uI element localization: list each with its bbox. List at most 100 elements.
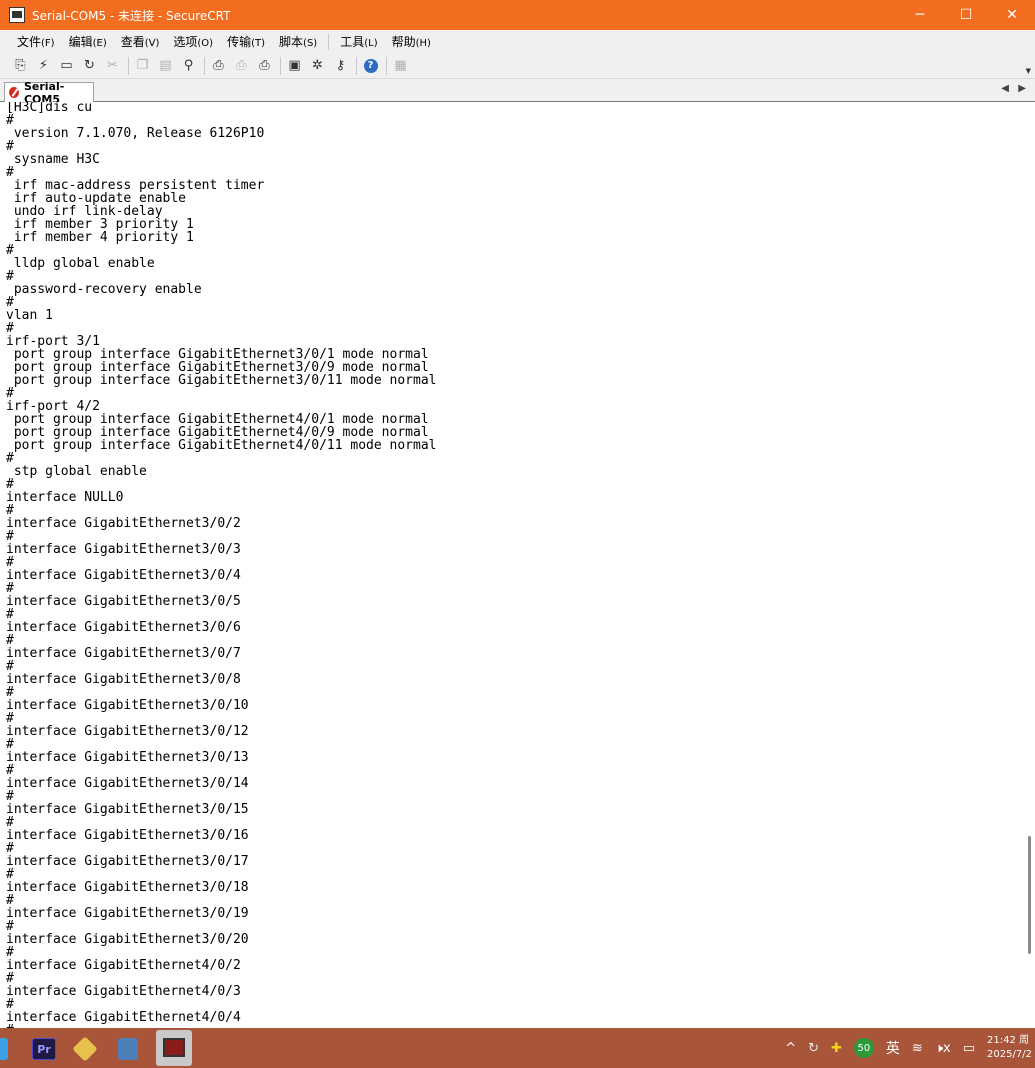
terminal-line: port group interface GigabitEthernet4/0/… <box>6 438 437 453</box>
toolbar-overflow-icon[interactable]: ▼ <box>1026 67 1031 75</box>
tray-badge: 50 <box>853 1038 874 1058</box>
toolbar-separator <box>356 56 357 75</box>
print-setup-icon[interactable]: ⎙ <box>254 56 275 76</box>
copy-icon[interactable]: ❐ <box>132 56 153 76</box>
wifi-icon[interactable]: ≋ <box>912 1041 923 1056</box>
menu-file-accel: (F) <box>41 38 55 49</box>
battery-icon[interactable]: ▭ <box>963 1041 975 1056</box>
connect-icon[interactable]: ⎘ <box>10 56 31 76</box>
maximize-button[interactable]: ☐ <box>943 0 989 30</box>
connect-tab-icon[interactable]: ▭ <box>56 56 77 76</box>
toolbar-separator <box>280 56 281 75</box>
terminal-line: stp global enable <box>6 464 147 479</box>
toolbar-separator <box>204 56 205 75</box>
terminal-line: version 7.1.070, Release 6126P10 <box>6 126 265 141</box>
disconnect-icon[interactable]: ✂ <box>102 56 123 76</box>
menu-help[interactable]: 帮助(H) <box>385 33 438 50</box>
terminal-line: interface GigabitEthernet3/0/14 <box>6 776 249 791</box>
menu-transfer-label: 传输 <box>227 35 252 49</box>
menu-view-label: 查看 <box>120 35 145 49</box>
tab-serial-com5[interactable]: Serial-COM5 <box>4 80 94 106</box>
paste-icon[interactable]: ▤ <box>155 56 176 76</box>
sync-icon[interactable]: ↻ <box>808 1041 819 1056</box>
vertical-scrollbar[interactable] <box>1023 102 1035 1028</box>
window-controls: ─ ☐ ✕ <box>897 0 1035 30</box>
clock-date: 2025/7/2 <box>987 1049 1032 1060</box>
log-icon[interactable]: ▦ <box>390 56 411 76</box>
toolbar: ⎘ ⚡ ▭ ↻ ✂ ❐ ▤ ⚲ ⎙ ⎙ ⎙ ▣ ✲ ⚷ ? ▦ ▼ <box>0 53 1035 79</box>
terminal-line: interface GigabitEthernet4/0/3 <box>6 984 241 999</box>
terminal-line: interface GigabitEthernet3/0/2 <box>6 516 241 531</box>
windows-taskbar: Pr ^ ↻ ✚ 50 英 ≋ 🕨x ▭ 21:42 周 2025/7/2 <box>0 1028 1035 1068</box>
minimize-button[interactable]: ─ <box>897 0 943 30</box>
terminal-line: interface GigabitEthernet4/0/4 <box>6 1010 241 1025</box>
menu-edit[interactable]: 编辑(E) <box>62 33 114 50</box>
terminal-line: interface GigabitEthernet3/0/4 <box>6 568 241 583</box>
securecrt-app-icon[interactable] <box>9 7 25 23</box>
menu-edit-accel: (E) <box>92 38 107 49</box>
tray-overflow-chevron-icon[interactable]: ^ <box>785 1041 796 1056</box>
terminal-line: interface GigabitEthernet3/0/3 <box>6 542 241 557</box>
quick-connect-icon[interactable]: ⚡ <box>33 56 54 76</box>
taskbar-app-icon[interactable] <box>72 1036 98 1062</box>
menu-options-label: 选项 <box>173 35 198 49</box>
menu-transfer-accel: (T) <box>251 38 266 49</box>
menu-script[interactable]: 脚本(S) <box>272 33 324 50</box>
tray-badge-item[interactable]: 50 <box>853 1038 874 1058</box>
help-glyph: ? <box>363 58 378 73</box>
terminal-output[interactable]: [H3C]dis cu # version 7.1.070, Release 61… <box>0 102 1035 1028</box>
menu-file-label: 文件 <box>17 35 42 49</box>
help-icon[interactable]: ? <box>360 56 381 76</box>
terminal-line: interface GigabitEthernet3/0/15 <box>6 802 249 817</box>
tray-app-icon[interactable]: ✚ <box>831 1041 842 1056</box>
terminal-line: interface GigabitEthernet3/0/17 <box>6 854 249 869</box>
menu-edit-label: 编辑 <box>68 35 93 49</box>
menu-transfer[interactable]: 传输(T) <box>220 33 272 50</box>
terminal-line: [H3C]dis cu <box>6 102 93 115</box>
securecrt-taskbar-icon[interactable] <box>156 1030 192 1066</box>
terminal-line: # <box>6 295 14 310</box>
terminal-line: interface GigabitEthernet3/0/18 <box>6 880 249 895</box>
taskbar-app-icon[interactable] <box>0 1038 8 1060</box>
terminal-line: interface GigabitEthernet3/0/6 <box>6 620 241 635</box>
menu-view[interactable]: 查看(V) <box>114 33 167 50</box>
menu-help-label: 帮助 <box>391 35 416 49</box>
print-selection-icon[interactable]: ⎙ <box>231 56 252 76</box>
toolbar-separator <box>128 56 129 75</box>
terminal-line: irf member 4 priority 1 <box>6 230 194 245</box>
reconnect-icon[interactable]: ↻ <box>79 56 100 76</box>
print-icon[interactable]: ⎙ <box>208 56 229 76</box>
menu-script-label: 脚本 <box>279 35 304 49</box>
system-clock[interactable]: 21:42 周 2025/7/2 <box>987 1034 1035 1062</box>
close-button[interactable]: ✕ <box>989 0 1035 30</box>
menu-tools[interactable]: 工具(L) <box>333 33 384 50</box>
scrollbar-thumb[interactable] <box>1028 836 1031 954</box>
session-options-icon[interactable]: ▣ <box>284 56 305 76</box>
menu-options[interactable]: 选项(O) <box>166 33 220 50</box>
menu-options-accel: (O) <box>197 38 214 49</box>
terminal-line: port group interface GigabitEthernet3/0/… <box>6 373 437 388</box>
keymap-icon[interactable]: ⚷ <box>330 56 351 76</box>
menu-bar: 文件(F) 编辑(E) 查看(V) 选项(O) 传输(T) 脚本(S) 工具(L… <box>0 30 1035 53</box>
find-icon[interactable]: ⚲ <box>178 56 199 76</box>
toolbar-separator <box>386 56 387 75</box>
terminal-line: interface GigabitEthernet3/0/16 <box>6 828 249 843</box>
volume-muted-icon[interactable]: 🕨x <box>935 1041 951 1056</box>
input-language-indicator[interactable]: 英 <box>886 1038 900 1058</box>
securecrt-taskbar-glyph <box>163 1038 185 1057</box>
title-bar: Serial-COM5 - 未连接 - SecureCRT ─ ☐ ✕ <box>0 0 1035 30</box>
window-title: Serial-COM5 - 未连接 - SecureCRT <box>32 8 231 23</box>
tab-scroll-right-icon[interactable]: ▶ <box>1018 83 1026 94</box>
taskbar-app-icon[interactable] <box>118 1038 138 1060</box>
menu-separator <box>328 33 330 50</box>
terminal-line: interface NULL0 <box>6 490 124 505</box>
premiere-pro-icon[interactable]: Pr <box>32 1038 56 1060</box>
securecrt-window: Serial-COM5 - 未连接 - SecureCRT ─ ☐ ✕ 文件(F… <box>0 0 1035 1068</box>
system-tray: ^ ↻ ✚ 50 英 ≋ 🕨x ▭ 21:42 周 2025/7/2 <box>785 1028 1035 1068</box>
tab-scroll-left-icon[interactable]: ◀ <box>1001 83 1009 94</box>
terminal-line: sysname H3C <box>6 152 100 167</box>
global-options-icon[interactable]: ✲ <box>307 56 328 76</box>
clock-time: 21:42 周 <box>987 1035 1029 1046</box>
terminal-line: interface GigabitEthernet3/0/10 <box>6 698 249 713</box>
menu-file[interactable]: 文件(F) <box>10 33 62 50</box>
